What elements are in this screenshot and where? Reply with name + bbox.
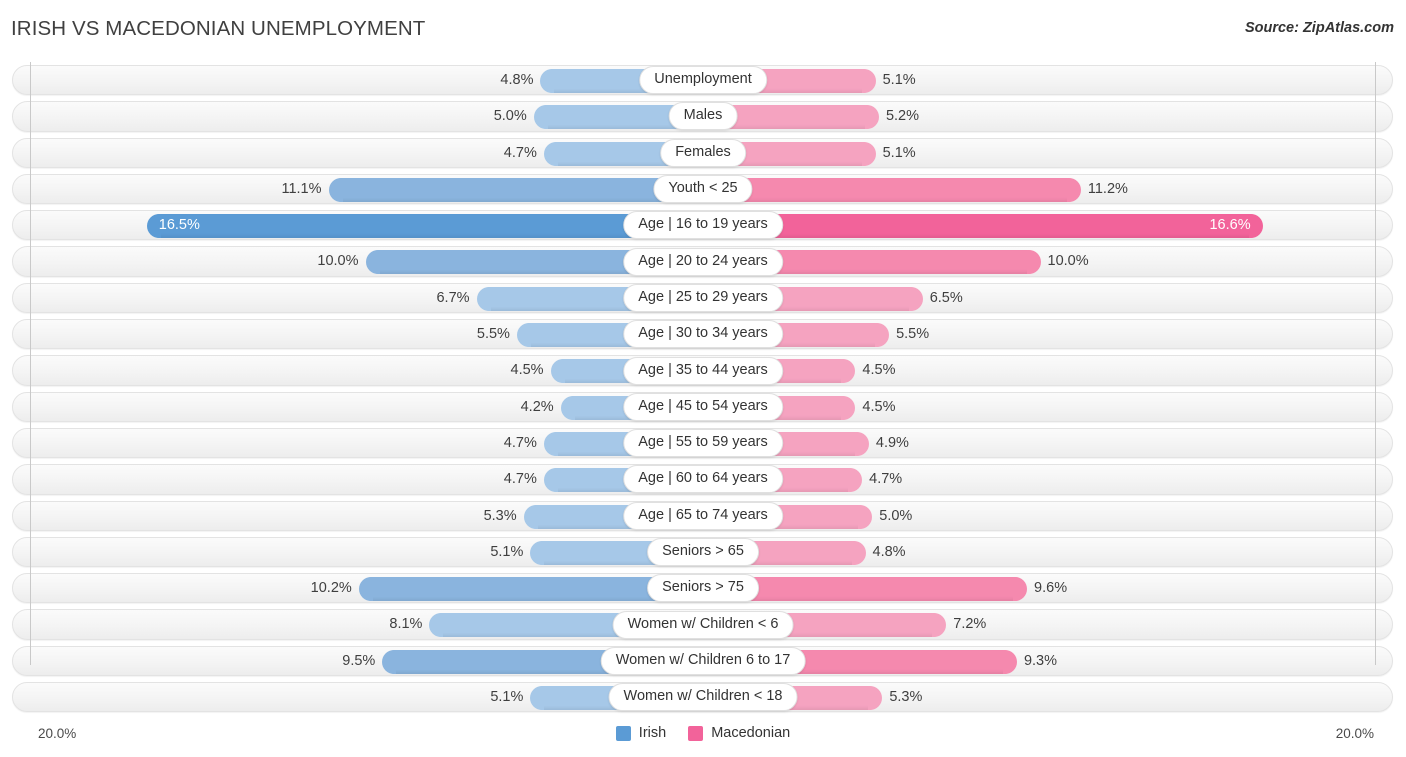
chart-row: 5.1% 4.8% Seniors > 65	[0, 534, 1406, 570]
chart-row: 6.7% 6.5% Age | 25 to 29 years	[0, 280, 1406, 316]
category-label: Age | 60 to 64 years	[623, 465, 783, 494]
diverging-bar-chart: 4.8% 5.1% Unemployment 5.0% 5.2% Males 4.7% 5.1…	[0, 62, 1406, 717]
value-label-irish: 4.7%	[503, 144, 537, 161]
value-label-macedonian: 10.0%	[1047, 253, 1089, 270]
legend-item[interactable]: Irish	[615, 725, 667, 741]
value-label-irish: 4.8%	[500, 72, 534, 88]
category-label: Age | 45 to 54 years	[623, 392, 783, 421]
chart-row: 4.8% 5.1% Unemployment	[0, 62, 1406, 98]
value-label-macedonian: 4.7%	[869, 471, 903, 488]
category-label: Unemployment	[639, 66, 767, 95]
legend-label: Macedonian	[711, 725, 791, 741]
value-label-macedonian: 4.8%	[872, 543, 906, 560]
category-label: Youth < 25	[653, 175, 753, 204]
value-label-macedonian: 6.5%	[929, 289, 963, 306]
chart-rows: 4.8% 5.1% Unemployment 5.0% 5.2% Males 4.7% 5.1…	[0, 62, 1406, 715]
bar-macedonian	[703, 177, 1081, 202]
value-label-irish: 5.5%	[476, 326, 510, 343]
category-label: Women w/ Children < 18	[608, 683, 798, 712]
chart-footer: 20.0% 20.0% Irish Macedonian	[0, 715, 1406, 757]
category-label: Age | 20 to 24 years	[623, 247, 783, 276]
value-label-macedonian: 5.5%	[896, 326, 930, 343]
value-label-macedonian: 7.2%	[953, 616, 987, 633]
category-label: Age | 65 to 74 years	[623, 501, 783, 530]
chart-row: 10.2% 9.6% Seniors > 75	[0, 570, 1406, 606]
source-attribution: Source: ZipAtlas.com	[1244, 20, 1394, 36]
value-label-irish: 10.2%	[310, 580, 352, 597]
category-label: Males	[668, 102, 738, 131]
value-label-macedonian: 4.9%	[875, 434, 909, 451]
category-label: Age | 30 to 34 years	[623, 320, 783, 349]
category-label: Females	[660, 138, 746, 167]
value-label-macedonian: 9.6%	[1034, 580, 1068, 597]
bar-irish	[146, 214, 703, 239]
value-label-macedonian: 5.0%	[879, 507, 913, 524]
chart-row: 9.5% 9.3% Women w/ Children 6 to 17	[0, 643, 1406, 679]
value-label-irish: 10.0%	[317, 253, 359, 270]
category-label: Women w/ Children < 6	[612, 610, 794, 639]
value-label-irish: 4.2%	[520, 398, 554, 415]
legend-label: Irish	[638, 725, 667, 741]
value-label-irish: 4.5%	[510, 362, 544, 379]
chart-row: 5.3% 5.0% Age | 65 to 74 years	[0, 498, 1406, 534]
legend-item[interactable]: Macedonian	[688, 725, 790, 741]
page-title: IRISH VS MACEDONIAN UNEMPLOYMENT	[11, 17, 426, 40]
value-label-macedonian: 9.3%	[1023, 652, 1057, 669]
category-label: Seniors > 75	[647, 574, 759, 603]
value-label-irish: 16.5%	[158, 217, 200, 234]
category-label: Seniors > 65	[647, 538, 759, 566]
legend-swatch-icon	[615, 725, 631, 741]
value-label-irish: 6.7%	[436, 289, 470, 306]
value-label-irish: 4.7%	[503, 471, 537, 488]
chart-row: 4.7% 5.1% Females	[0, 135, 1406, 171]
value-label-irish: 5.1%	[490, 543, 524, 560]
chart-row: 5.5% 5.5% Age | 30 to 34 years	[0, 316, 1406, 352]
axis-line-right	[1375, 62, 1376, 665]
legend-swatch-icon	[688, 725, 704, 741]
category-label: Age | 16 to 19 years	[623, 211, 783, 240]
bar-irish	[328, 177, 703, 202]
value-label-macedonian: 5.1%	[882, 144, 916, 161]
category-label: Women w/ Children 6 to 17	[600, 646, 806, 675]
value-label-irish: 5.3%	[483, 507, 517, 524]
value-label-macedonian: 5.1%	[882, 72, 916, 88]
category-label: Age | 25 to 29 years	[623, 283, 783, 312]
value-label-irish: 5.0%	[493, 108, 527, 125]
category-label: Age | 35 to 44 years	[623, 356, 783, 385]
category-label: Age | 55 to 59 years	[623, 429, 783, 458]
chart-row: 8.1% 7.2% Women w/ Children < 6	[0, 606, 1406, 642]
value-label-irish: 4.7%	[503, 434, 537, 451]
chart-row: 5.1% 5.3% Women w/ Children < 18	[0, 679, 1406, 715]
chart-row: 5.0% 5.2% Males	[0, 98, 1406, 134]
value-label-irish: 9.5%	[342, 652, 376, 669]
value-label-macedonian: 11.2%	[1087, 180, 1128, 197]
chart-legend: Irish Macedonian	[0, 725, 1406, 741]
axis-line-left	[30, 62, 31, 665]
value-label-irish: 8.1%	[389, 616, 423, 633]
value-label-irish: 5.1%	[490, 689, 524, 706]
value-label-macedonian: 16.6%	[1209, 217, 1251, 234]
chart-header: IRISH VS MACEDONIAN UNEMPLOYMENT Source:…	[0, 0, 1406, 58]
chart-row: 4.7% 4.9% Age | 55 to 59 years	[0, 425, 1406, 461]
chart-row: 4.5% 4.5% Age | 35 to 44 years	[0, 352, 1406, 388]
bar-macedonian	[703, 214, 1263, 239]
chart-row: 10.0% 10.0% Age | 20 to 24 years	[0, 243, 1406, 279]
value-label-macedonian: 5.2%	[885, 108, 920, 125]
value-label-macedonian: 5.3%	[889, 689, 923, 706]
value-label-macedonian: 4.5%	[862, 362, 896, 379]
value-label-irish: 11.1%	[281, 180, 322, 197]
chart-row: 16.5% 16.6% Age | 16 to 19 years	[0, 207, 1406, 243]
chart-row: 4.7% 4.7% Age | 60 to 64 years	[0, 461, 1406, 497]
chart-row: 11.1% 11.2% Youth < 25	[0, 171, 1406, 207]
value-label-macedonian: 4.5%	[862, 398, 896, 415]
chart-row: 4.2% 4.5% Age | 45 to 54 years	[0, 389, 1406, 425]
